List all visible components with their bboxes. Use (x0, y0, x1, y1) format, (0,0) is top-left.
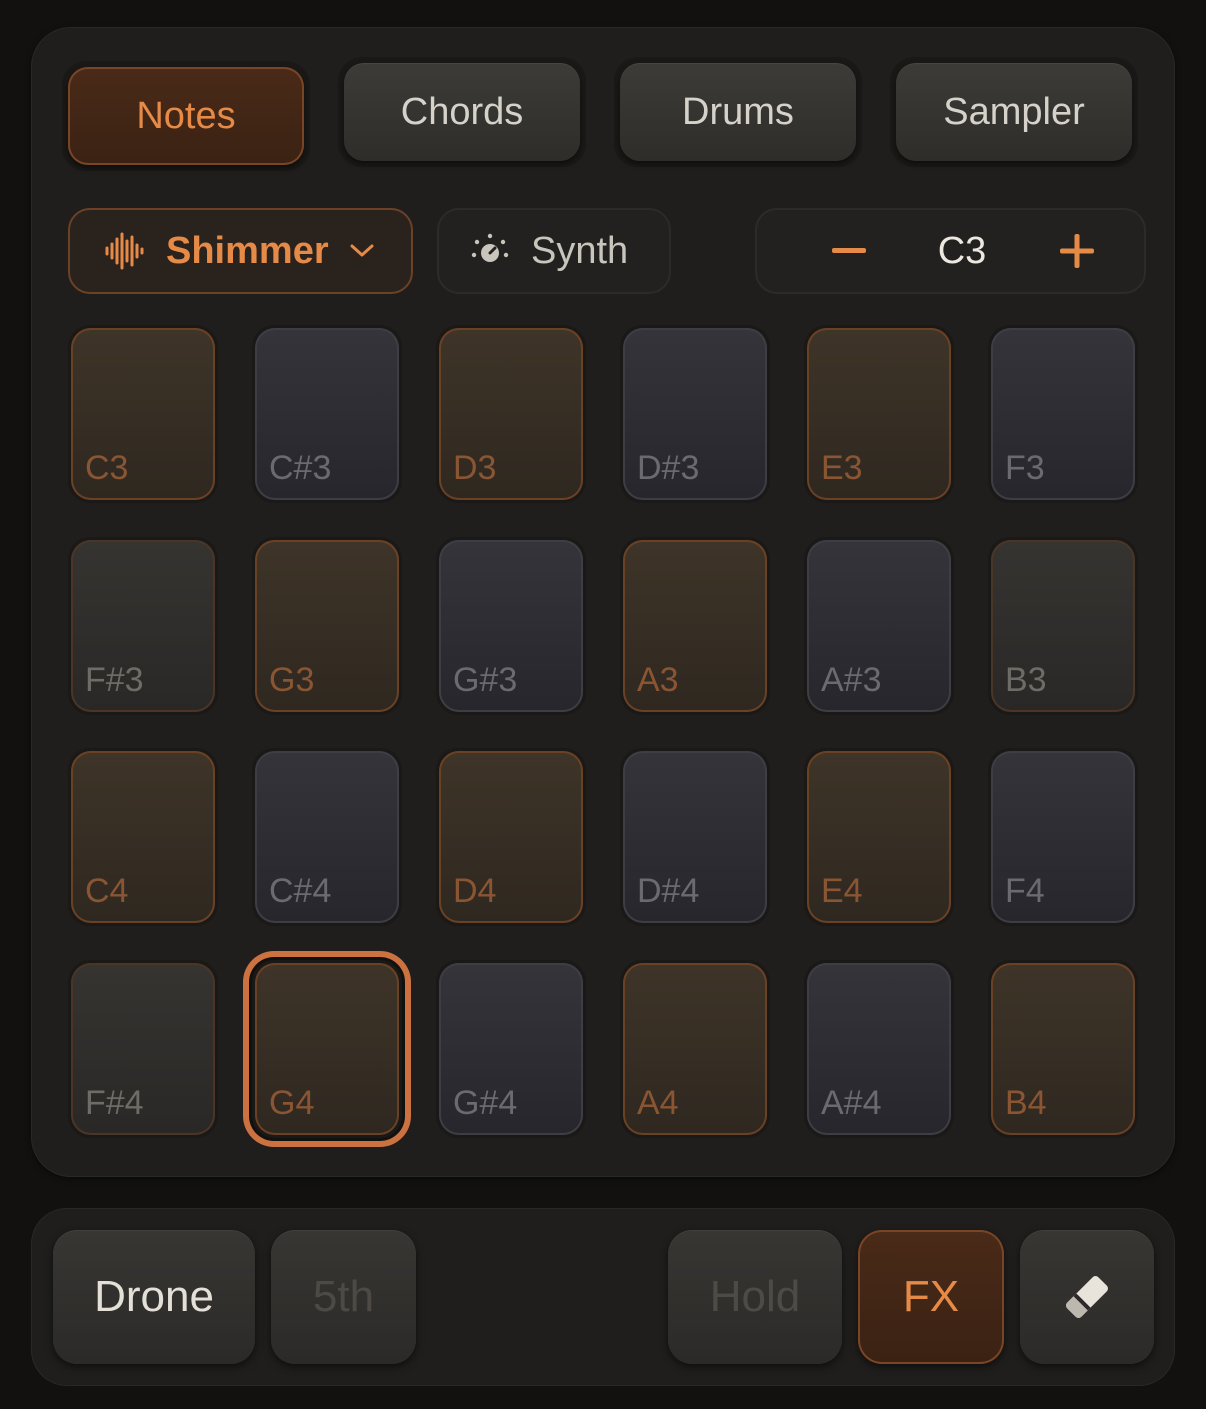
pad-f3[interactable]: F3 (988, 325, 1138, 503)
octave-value: C3 (937, 229, 987, 272)
pad-label: B3 (1005, 661, 1047, 699)
tab-notes[interactable]: Notes (62, 61, 310, 171)
octave-down-button[interactable] (809, 210, 889, 292)
pad-label: G#3 (453, 661, 518, 699)
plus-icon (1060, 234, 1094, 268)
pad-b3[interactable]: B3 (988, 537, 1138, 715)
pad-f4[interactable]: F4 (988, 748, 1138, 926)
octave-control: C3 (755, 208, 1146, 294)
eraser-icon (1066, 1276, 1108, 1318)
pad-label: D4 (453, 872, 497, 910)
pad-f-sharp-4[interactable]: F#4 (68, 960, 218, 1138)
pad-label: A4 (637, 1084, 679, 1122)
pad-label: C#3 (269, 449, 332, 487)
fx-button[interactable]: FX (858, 1230, 1004, 1364)
pad-label: D#3 (637, 449, 700, 487)
pad-a3[interactable]: A3 (620, 537, 770, 715)
pad-g4[interactable]: G4 (252, 960, 402, 1138)
pad-label: D3 (453, 449, 497, 487)
pad-label: B4 (1005, 1084, 1047, 1122)
pad-d3[interactable]: D3 (436, 325, 586, 503)
pad-e3[interactable]: E3 (804, 325, 954, 503)
synth-label: Synth (531, 229, 629, 272)
bottom-toolbar: Drone 5th Hold FX (31, 1208, 1175, 1386)
pad-label: C#4 (269, 872, 332, 910)
pad-d4[interactable]: D4 (436, 748, 586, 926)
pad-label: F3 (1005, 449, 1045, 487)
pad-f-sharp-3[interactable]: F#3 (68, 537, 218, 715)
waveform-icon (105, 232, 144, 270)
pad-c-sharp-4[interactable]: C#4 (252, 748, 402, 926)
pad-d-sharp-3[interactable]: D#3 (620, 325, 770, 503)
pad-label: C4 (85, 872, 129, 910)
tab-chords[interactable]: Chords (338, 57, 586, 167)
pad-d-sharp-4[interactable]: D#4 (620, 748, 770, 926)
tab-chords-label: Chords (344, 63, 580, 161)
pad-label: F#4 (85, 1084, 144, 1122)
pad-c4[interactable]: C4 (68, 748, 218, 926)
main-panel: Notes Chords Drums Sampler Shimmer Synth… (31, 27, 1175, 1177)
tab-drums-label: Drums (620, 63, 856, 161)
pad-c3[interactable]: C3 (68, 325, 218, 503)
pad-g3[interactable]: G3 (252, 537, 402, 715)
synth-button[interactable]: Synth (437, 208, 671, 294)
pad-label: E4 (821, 872, 863, 910)
pad-a-sharp-3[interactable]: A#3 (804, 537, 954, 715)
synth-knob-icon (471, 233, 509, 262)
hold-button[interactable]: Hold (668, 1230, 842, 1364)
tab-notes-label: Notes (68, 67, 304, 165)
pad-label: A3 (637, 661, 679, 699)
instrument-dropdown[interactable]: Shimmer (68, 208, 413, 294)
pad-label: G4 (269, 1084, 315, 1122)
chevron-down-icon (350, 244, 374, 257)
drone-button[interactable]: Drone (53, 1230, 255, 1364)
pad-label: C3 (85, 449, 129, 487)
pad-label: G3 (269, 661, 315, 699)
pad-b4[interactable]: B4 (988, 960, 1138, 1138)
instrument-name: Shimmer (166, 229, 329, 272)
minus-icon (832, 248, 866, 253)
pad-label: A#3 (821, 661, 882, 699)
pad-a-sharp-4[interactable]: A#4 (804, 960, 954, 1138)
tab-sampler-label: Sampler (896, 63, 1132, 161)
pad-label: A#4 (821, 1084, 882, 1122)
pad-g-sharp-3[interactable]: G#3 (436, 537, 586, 715)
tab-sampler[interactable]: Sampler (890, 57, 1138, 167)
pad-label: F#3 (85, 661, 144, 699)
pad-c-sharp-3[interactable]: C#3 (252, 325, 402, 503)
pad-label: F4 (1005, 872, 1045, 910)
pad-g-sharp-4[interactable]: G#4 (436, 960, 586, 1138)
eraser-button[interactable] (1020, 1230, 1154, 1364)
octave-up-button[interactable] (1037, 210, 1117, 292)
tab-drums[interactable]: Drums (614, 57, 862, 167)
pad-a4[interactable]: A4 (620, 960, 770, 1138)
fifth-button[interactable]: 5th (271, 1230, 416, 1364)
pad-label: G#4 (453, 1084, 518, 1122)
pad-label: E3 (821, 449, 863, 487)
pad-label: D#4 (637, 872, 700, 910)
pad-e4[interactable]: E4 (804, 748, 954, 926)
